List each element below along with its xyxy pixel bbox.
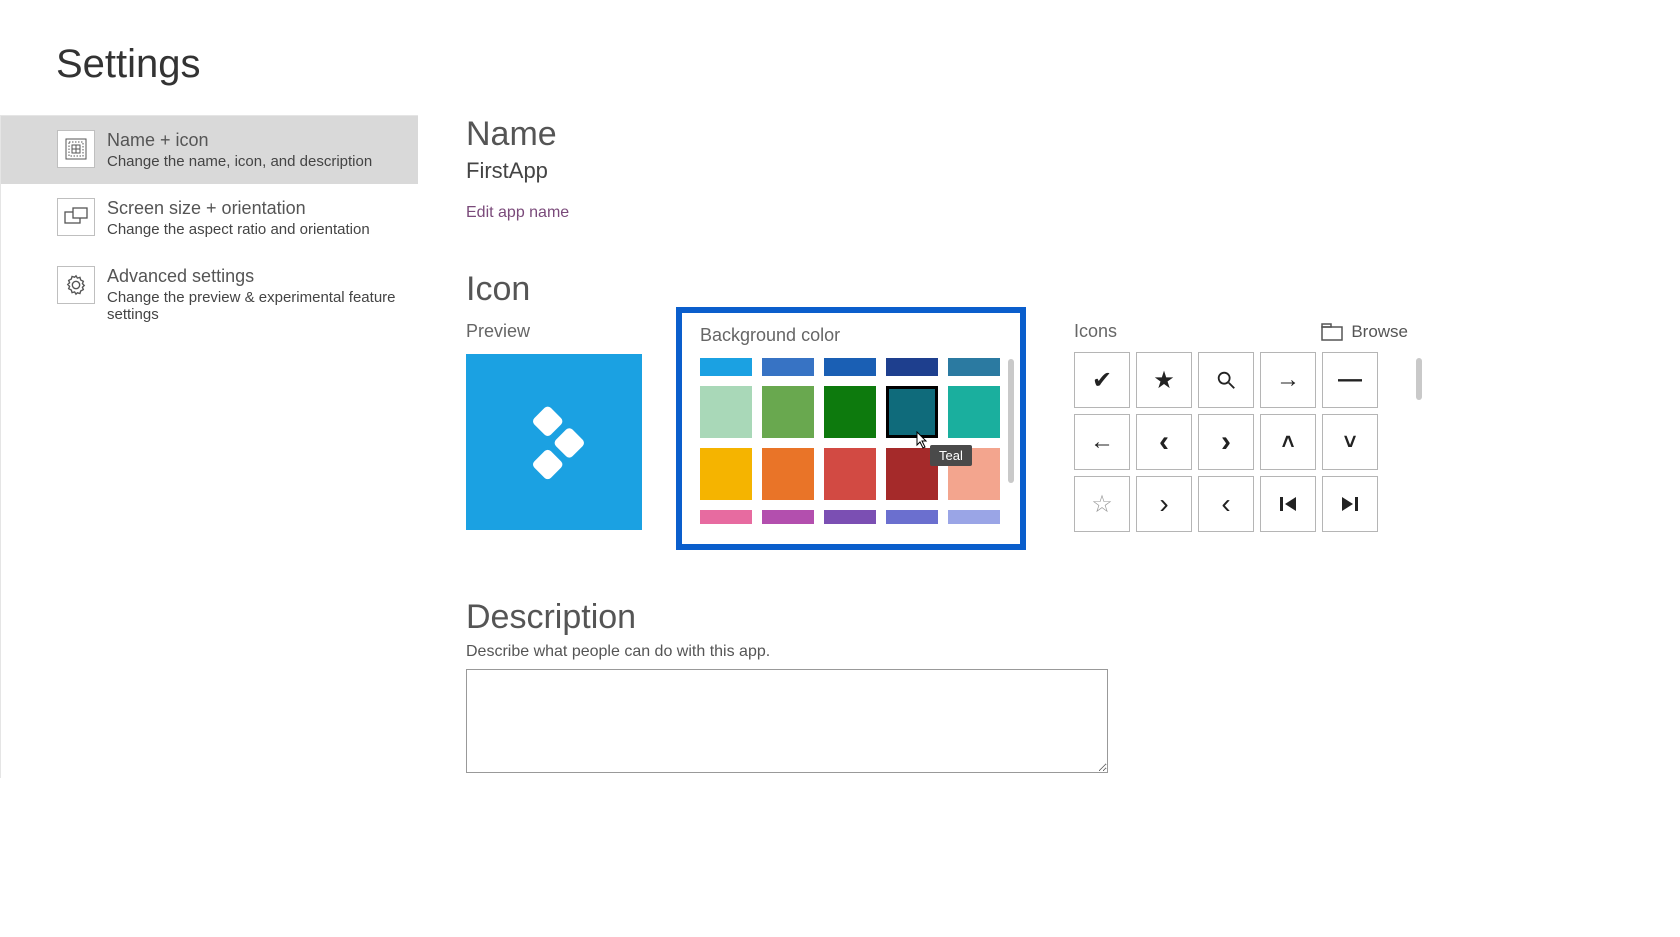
sidebar-item-name-icon[interactable]: Name + icon Change the name, icon, and d… [1,116,418,184]
color-swatch[interactable] [948,386,1000,438]
color-swatch[interactable] [948,448,1000,500]
content-area: Name + icon Change the name, icon, and d… [0,115,1680,778]
sidebar-item-title: Name + icon [107,130,372,151]
icon-section: Icon Preview [466,270,1680,550]
color-swatch[interactable] [886,358,938,376]
sidebar-item-title: Screen size + orientation [107,198,370,219]
icons-column: Icons Browse ✔ ★ [1074,321,1408,532]
color-swatch[interactable] [762,386,814,438]
sidebar-item-subtitle: Change the aspect ratio and orientation [107,221,370,238]
sidebar-item-subtitle: Change the name, icon, and description [107,153,372,170]
icon-minus[interactable]: — [1322,352,1378,408]
main-panel: Name FirstApp Edit app name Icon Preview [418,115,1680,778]
gear-icon [57,266,95,304]
description-heading: Description [466,598,1680,637]
icon-star-outline[interactable]: ☆ [1074,476,1130,532]
name-section: Name FirstApp Edit app name [466,115,1680,222]
icon-skip-next[interactable] [1322,476,1378,532]
icon-check[interactable]: ✔ [1074,352,1130,408]
sidebar-item-title: Advanced settings [107,266,402,287]
color-swatch[interactable] [762,358,814,376]
app-name-value: FirstApp [466,158,1680,184]
icon-chevron-right-thin[interactable]: › [1136,476,1192,532]
color-swatch[interactable] [824,448,876,500]
name-heading: Name [466,115,1680,154]
color-swatch[interactable] [824,386,876,438]
description-section: Description Describe what people can do … [466,598,1680,778]
color-swatch[interactable] [824,510,876,524]
preview-column: Preview [466,321,676,530]
folder-icon [1321,323,1343,341]
sidebar-item-advanced[interactable]: Advanced settings Change the preview & e… [1,252,418,337]
color-swatch[interactable] [948,358,1000,376]
app-preview-icon [509,397,599,487]
browse-label: Browse [1351,322,1408,342]
bg-scrollbar[interactable] [1008,359,1014,483]
color-swatch-teal[interactable] [886,386,938,438]
description-subtitle: Describe what people can do with this ap… [466,643,1680,661]
preview-tile [466,354,642,530]
color-swatch[interactable] [948,510,1000,524]
sidebar-item-screen-size[interactable]: Screen size + orientation Change the asp… [1,184,418,252]
color-swatch[interactable] [762,448,814,500]
color-swatch[interactable] [700,448,752,500]
color-swatch[interactable] [886,448,938,500]
bg-color-label: Background color [700,325,998,346]
browse-button[interactable]: Browse [1321,322,1408,342]
sidebar-item-subtitle: Change the preview & experimental featur… [107,289,402,323]
icon-chevron-up[interactable]: ˄ [1260,414,1316,470]
icon-chevron-left-bold[interactable]: ‹ [1136,414,1192,470]
icon-chevron-down[interactable]: ˅ [1322,414,1378,470]
icons-label: Icons [1074,321,1117,342]
page-title: Settings [0,0,1680,87]
icons-scrollbar[interactable] [1416,358,1422,400]
icon-chevron-right-bold[interactable]: › [1198,414,1254,470]
icon-chevron-left-thin[interactable]: ‹ [1198,476,1254,532]
edit-app-name-link[interactable]: Edit app name [466,204,569,222]
icon-arrow-right[interactable]: → [1260,352,1316,408]
screen-size-icon [57,198,95,236]
color-swatch[interactable] [700,386,752,438]
color-swatch[interactable] [762,510,814,524]
bg-color-grid [700,358,998,524]
color-swatch[interactable] [824,358,876,376]
color-swatch[interactable] [700,358,752,376]
preview-label: Preview [466,321,676,342]
color-swatch[interactable] [700,510,752,524]
settings-sidebar: Name + icon Change the name, icon, and d… [0,115,418,778]
description-textarea[interactable] [466,669,1108,773]
name-icon-icon [57,130,95,168]
icon-skip-previous[interactable] [1260,476,1316,532]
background-color-panel: Background color [676,307,1026,550]
icon-star-filled[interactable]: ★ [1136,352,1192,408]
icon-search[interactable] [1198,352,1254,408]
icon-arrow-left[interactable]: ← [1074,414,1130,470]
color-swatch[interactable] [886,510,938,524]
icons-grid: ✔ ★ → — ← ‹ › ˄ ˅ ☆ › ‹ [1074,352,1408,532]
icon-heading: Icon [466,270,1680,309]
